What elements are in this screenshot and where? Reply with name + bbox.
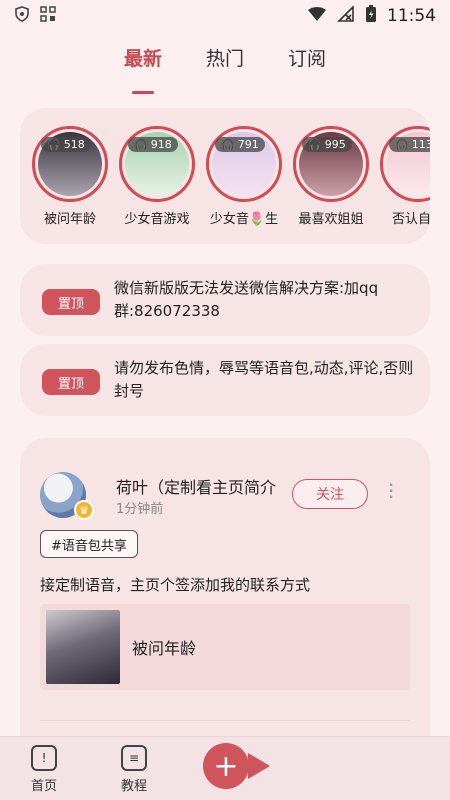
- pinned-badge: 置顶: [42, 369, 100, 395]
- pinned-notice[interactable]: 置顶 请勿发布色情，辱骂等语音包,动态,评论,否则封号: [20, 344, 430, 416]
- status-bar: 11:54: [0, 0, 450, 32]
- home-icon: !: [31, 745, 57, 771]
- story-avatar-ring: 🎧 995: [293, 126, 369, 202]
- notice-text: 请勿发布色情，辱骂等语音包,动态,评论,否则封号: [114, 359, 414, 400]
- story-name: 最喜欢姐姐: [298, 212, 364, 227]
- tutorial-icon: ≡: [121, 745, 147, 771]
- listen-count-badge: 🎧 918: [128, 137, 178, 152]
- tab-subscribed[interactable]: 订阅: [288, 44, 326, 84]
- wifi-icon: [307, 6, 327, 27]
- listen-count-badge: 🎧 995: [302, 137, 352, 152]
- post-time: 1分钟前: [116, 502, 164, 517]
- story-name: 少女音游戏: [124, 212, 190, 227]
- follow-button[interactable]: 关注: [292, 479, 368, 509]
- fab-pointer: [248, 753, 270, 779]
- story-item[interactable]: 🎧 791 少女音🌷生: [204, 126, 284, 227]
- headphones-icon: 🎧: [221, 138, 235, 151]
- voice-pack-cover: [46, 610, 120, 684]
- story-item[interactable]: 🎧 518 被问年龄: [30, 126, 110, 227]
- topic-tag[interactable]: #语音包共享: [40, 530, 138, 558]
- story-name: 少女音🌷生: [209, 212, 279, 227]
- add-post-button[interactable]: +: [203, 743, 249, 789]
- feed-post: ♛ 荷叶（定制看主页简介 1分钟前 关注 · · · #语音包共享 接定制语音，主页…: [20, 438, 430, 768]
- story-name: 否认自己: [391, 212, 430, 227]
- shield-icon: [14, 5, 30, 27]
- listen-count-badge: 🎧 1132: [389, 137, 430, 152]
- crown-icon: ♛: [74, 500, 94, 520]
- divider: [40, 720, 410, 721]
- story-avatar-ring: 🎧 918: [119, 126, 195, 202]
- story-item[interactable]: 🎧 1132 否认自己: [378, 126, 430, 227]
- story-item[interactable]: 🎧 995 最喜欢姐姐: [291, 126, 371, 227]
- story-avatar-ring: 🎧 518: [32, 126, 108, 202]
- story-avatar-ring: 🎧 1132: [380, 126, 430, 202]
- voice-pack-carousel[interactable]: 🎧 518 被问年龄 🎧 918 少女音游戏 🎧 791 少女音🌷生 🎧 995…: [20, 108, 430, 244]
- headphones-icon: 🎧: [395, 138, 409, 151]
- voice-pack-title: 被问年龄: [132, 639, 197, 658]
- story-item[interactable]: 🎧 918 少女音游戏: [117, 126, 197, 227]
- tab-hot[interactable]: 热门: [206, 44, 244, 84]
- headphones-icon: 🎧: [47, 138, 61, 151]
- author-name[interactable]: 荷叶（定制看主页简介: [116, 474, 276, 498]
- nav-tutorial[interactable]: ≡ 教程: [104, 745, 164, 794]
- tab-latest[interactable]: 最新: [124, 44, 162, 94]
- listen-count-badge: 🎧 791: [215, 137, 265, 152]
- no-signal-icon: [337, 4, 355, 27]
- battery-icon: [365, 4, 377, 28]
- headphones-icon: 🎧: [308, 138, 322, 151]
- more-options-icon[interactable]: · · ·: [388, 475, 394, 507]
- listen-count-badge: 🎧 518: [41, 137, 91, 152]
- pinned-notice[interactable]: 置顶 微信新版版无法发送微信解决方案:加qq群:826072338: [20, 264, 430, 336]
- nav-home[interactable]: ! 首页: [14, 745, 74, 794]
- story-avatar-ring: 🎧 791: [206, 126, 282, 202]
- grid-icon: [40, 5, 56, 27]
- voice-pack-embed[interactable]: 被问年龄: [40, 604, 410, 690]
- headphones-icon: 🎧: [134, 138, 148, 151]
- feed-tabs: 最新 热门 订阅: [0, 44, 450, 94]
- story-name: 被问年龄: [43, 212, 96, 227]
- clock-time: 11:54: [387, 6, 436, 26]
- pinned-badge: 置顶: [42, 289, 100, 315]
- notice-text: 微信新版版无法发送微信解决方案:加qq群:826072338: [114, 279, 379, 320]
- post-body: 接定制语音，主页个签添加我的联系方式: [40, 576, 311, 594]
